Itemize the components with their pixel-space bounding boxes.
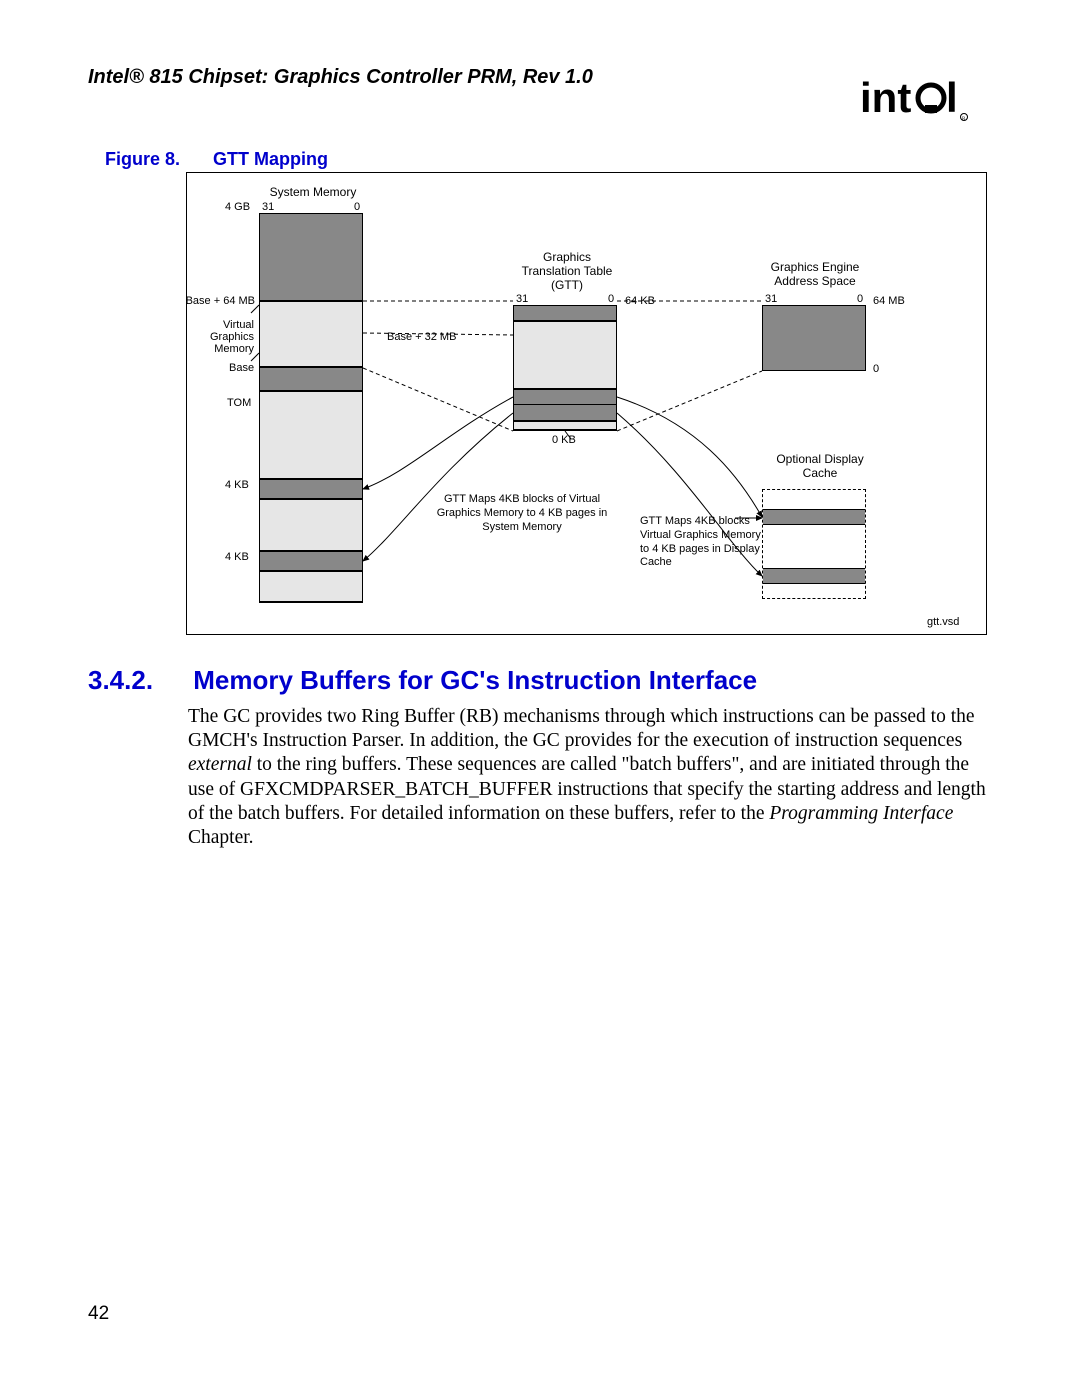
section-title: Memory Buffers for GC's Instruction Inte…: [193, 665, 757, 695]
section-body: The GC provides two Ring Buffer (RB) mec…: [188, 705, 988, 850]
figure-caption: Figure 8. GTT Mapping: [105, 149, 328, 170]
svg-text:l: l: [946, 74, 958, 121]
figure-label: Figure 8.: [105, 149, 180, 169]
section-heading: 3.4.2. Memory Buffers for GC's Instructi…: [88, 665, 757, 696]
svg-text:int: int: [860, 74, 911, 121]
figure-title: GTT Mapping: [213, 149, 328, 169]
section-number: 3.4.2.: [88, 665, 186, 696]
figure-gtt-mapping: System Memory 4 GB 31 0 Base + 64 MB Vir…: [186, 172, 987, 635]
page-header-title: Intel® 815 Chipset: Graphics Controller …: [88, 66, 593, 89]
para-text-b-italic: external: [188, 754, 252, 775]
svg-text:R: R: [962, 117, 966, 122]
para-text-e: Chapter.: [188, 827, 254, 848]
diagram-connectors: [187, 173, 986, 634]
para-text-d-italic: Programming Interface: [769, 803, 953, 824]
page-number: 42: [88, 1303, 109, 1325]
para-text-a: The GC provides two Ring Buffer (RB) mec…: [188, 706, 975, 751]
intel-logo: int l R: [860, 74, 990, 124]
